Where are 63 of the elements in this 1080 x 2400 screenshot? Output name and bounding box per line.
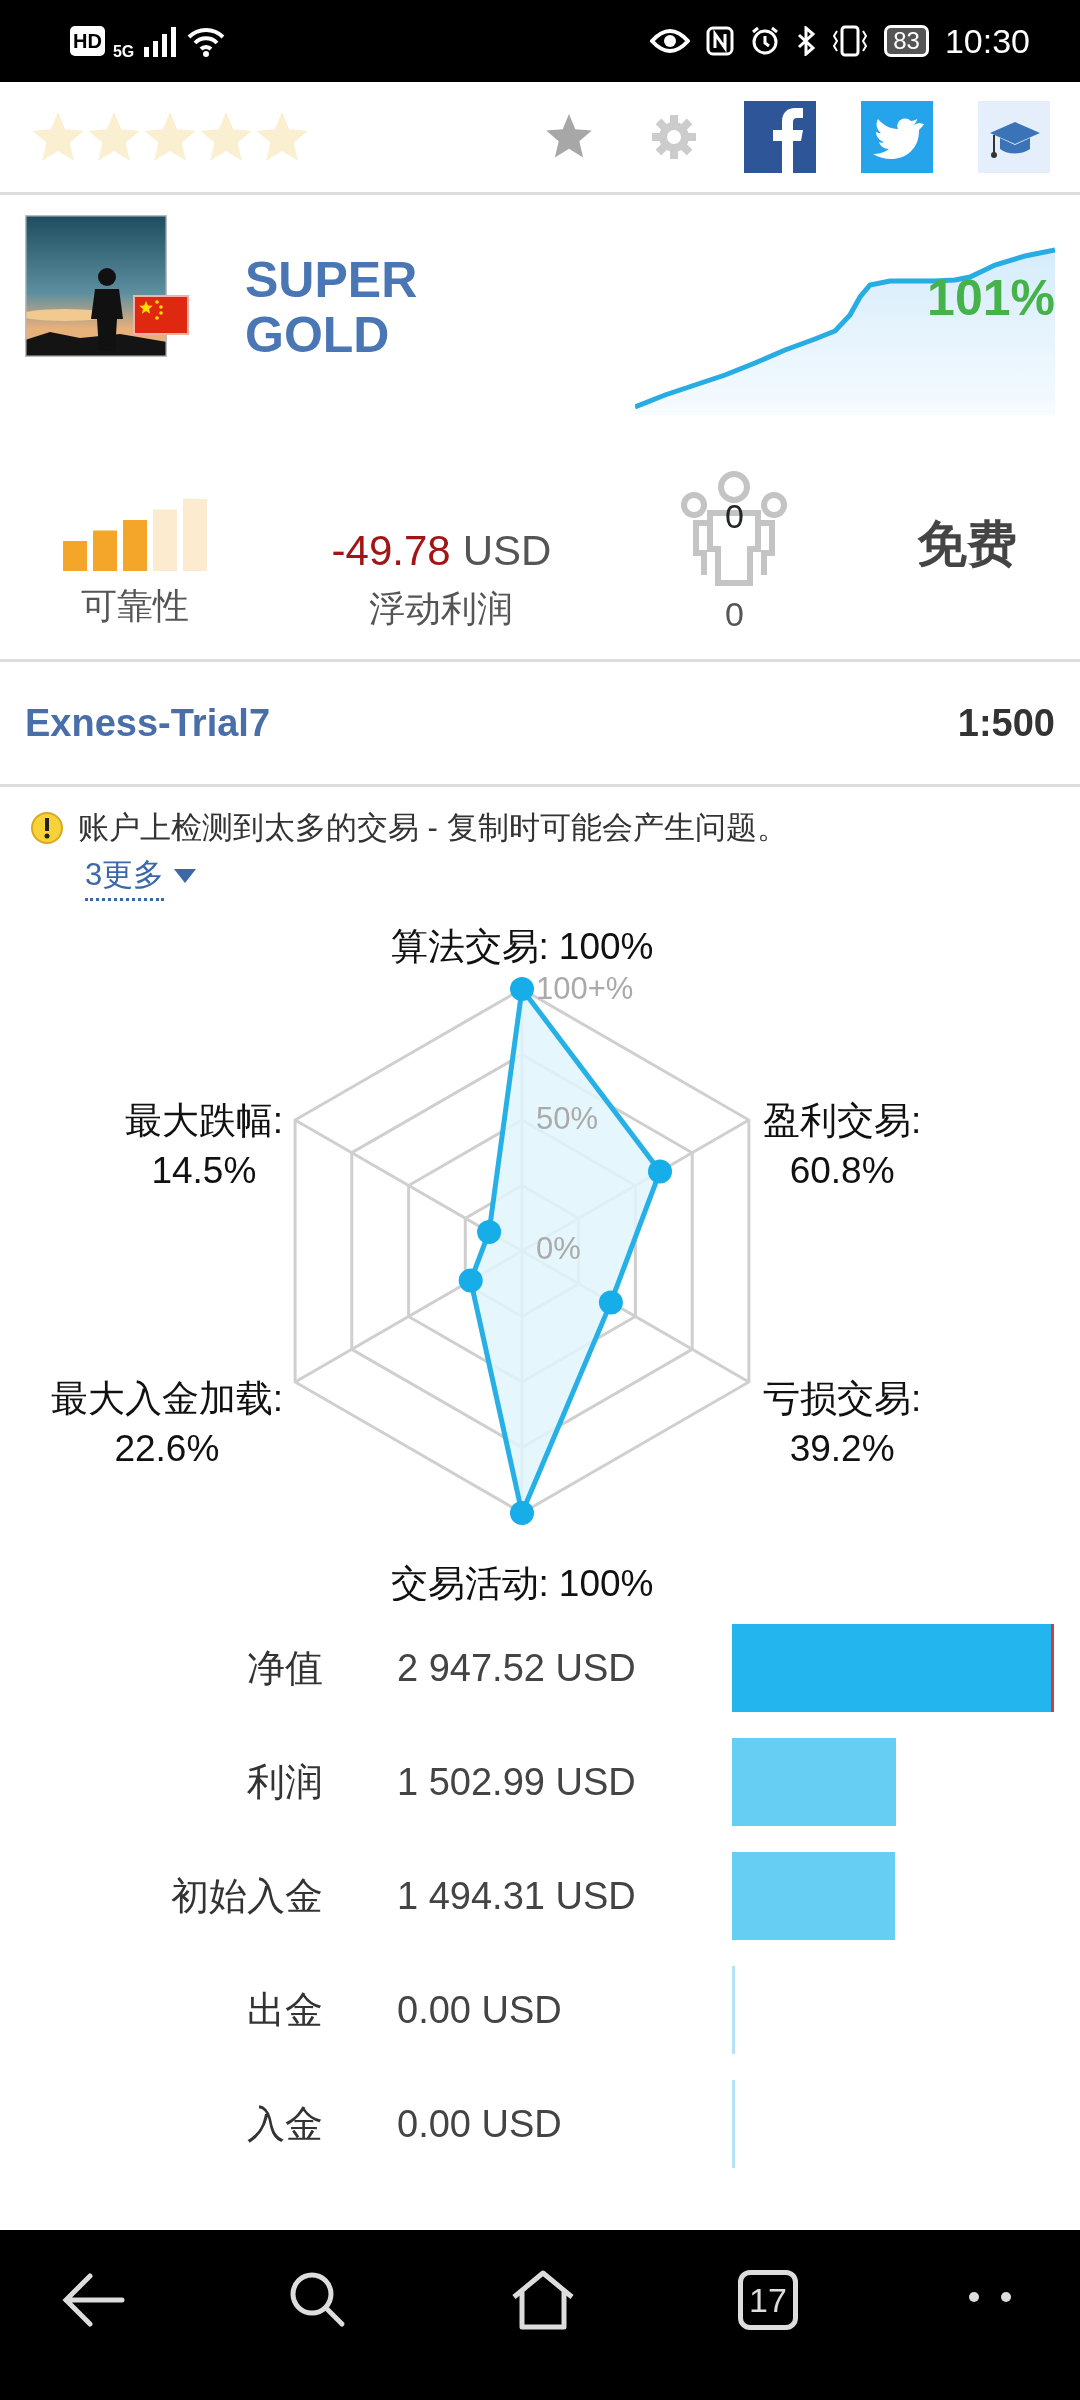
balance-value: 0.00 USD [396, 2101, 563, 2147]
caret-icon [174, 869, 197, 884]
axis-value: 39.2% [789, 1428, 895, 1469]
growth-percent: 101% [927, 269, 1055, 328]
balance-value: 1 494.31 USD [396, 1873, 637, 1919]
recent-apps-button[interactable]: 17 [738, 2270, 798, 2330]
battery-indicator: 83 [884, 24, 929, 58]
hd-icon: HD [70, 26, 105, 56]
balance-value: 1 502.99 USD [396, 1759, 637, 1805]
balance-label: 出金 [246, 1987, 323, 2033]
alarm-icon [750, 26, 781, 56]
axis-label: 盈利交易: [763, 1100, 922, 1141]
axis-label: 最大入金加载: [50, 1378, 283, 1419]
axis-label: 算法交易: [390, 926, 549, 967]
currency-label: USD [462, 526, 552, 576]
scale-label: 100+% [536, 971, 634, 1006]
signal-icon [142, 25, 179, 57]
axis-label: 最大跌幅: [124, 1100, 283, 1141]
home-icon[interactable] [510, 2269, 576, 2331]
more-link[interactable]: 3更多 [85, 851, 165, 901]
reliability-label: 可靠性 [80, 584, 189, 628]
data-point [648, 1159, 672, 1184]
facebook-icon[interactable] [744, 101, 816, 173]
data-point [598, 1290, 623, 1315]
balance-label: 入金 [246, 2101, 323, 2147]
price-label: 免费 [917, 515, 1018, 574]
balance-value: 2 947.52 USD [396, 1645, 637, 1691]
broker-server[interactable]: Exness-Trial7 [25, 694, 271, 752]
clock: 10:30 [944, 20, 1030, 62]
wifi-icon [186, 25, 227, 57]
floating-profit-label: 浮动利润 [369, 587, 514, 631]
back-icon[interactable] [60, 2272, 126, 2328]
nfc-icon [706, 26, 735, 56]
data-point [510, 1501, 534, 1525]
network-type: 5G [112, 42, 135, 62]
data-point [477, 1220, 502, 1244]
scale-label: 0% [536, 1231, 581, 1266]
balance-value: 0.00 USD [396, 1987, 563, 2033]
data-point [510, 977, 534, 1001]
axis-value: 100% [558, 926, 654, 967]
signal-name[interactable]: SUPER GOLD [245, 253, 445, 363]
axis-value: 14.5% [151, 1150, 257, 1191]
subscriber-count: 0 [724, 594, 744, 635]
vibrate-icon [832, 25, 869, 57]
axis-label: 亏损交易: [763, 1378, 922, 1419]
balance-label: 净值 [246, 1645, 323, 1691]
profit-amount: -49.78 [331, 526, 451, 576]
axis-value: 100% [558, 1563, 654, 1601]
graduation-cap-icon[interactable] [978, 101, 1050, 173]
eye-icon [650, 27, 691, 55]
subscriber-count: 0 [723, 496, 745, 537]
warning-message: 账户上检测到太多的交易 - 复制时可能会产生问题。 [78, 809, 788, 847]
scale-label: 50% [536, 1101, 599, 1136]
balance-label: 利润 [246, 1759, 323, 1805]
axis-value: 60.8% [789, 1150, 895, 1191]
twitter-icon[interactable] [861, 101, 933, 173]
data-point [458, 1268, 483, 1293]
flag-icon [133, 295, 189, 335]
leverage: 1:500 [957, 700, 1055, 746]
balance-label: 初始入金 [170, 1873, 323, 1919]
bluetooth-icon [796, 26, 817, 56]
warning-icon [30, 811, 64, 846]
axis-value: 22.6% [114, 1428, 220, 1469]
